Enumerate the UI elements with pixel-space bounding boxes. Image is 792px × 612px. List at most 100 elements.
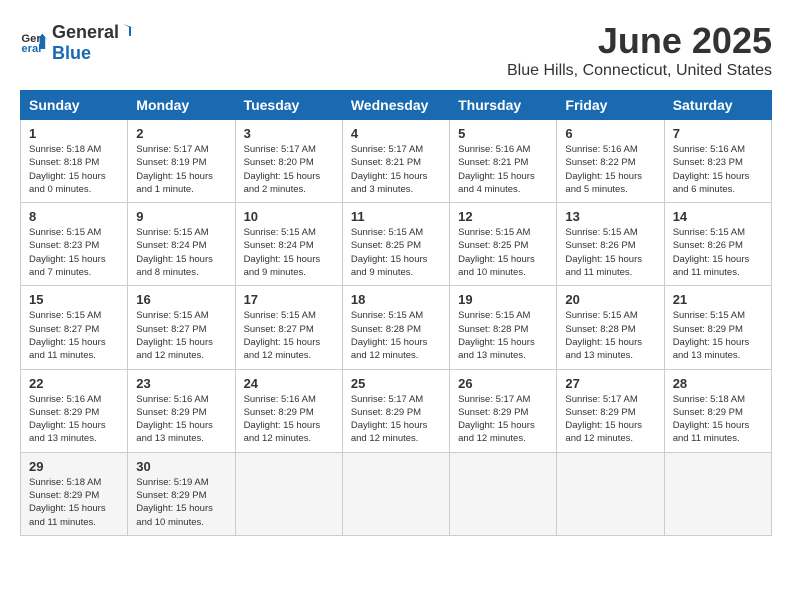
- calendar-cell: 24 Sunrise: 5:16 AMSunset: 8:29 PMDayligh…: [235, 369, 342, 452]
- day-info: Sunrise: 5:15 AMSunset: 8:25 PMDaylight:…: [351, 226, 441, 279]
- month-title: June 2025: [507, 20, 772, 62]
- calendar-cell: 17 Sunrise: 5:15 AMSunset: 8:27 PMDayligh…: [235, 286, 342, 369]
- day-number: 1: [29, 126, 119, 141]
- day-info: Sunrise: 5:18 AMSunset: 8:18 PMDaylight:…: [29, 143, 119, 196]
- day-number: 9: [136, 209, 226, 224]
- calendar-cell: [664, 452, 771, 535]
- calendar-cell: 26Sunrise: 5:17 AMSunset: 8:29 PMDayligh…: [450, 369, 557, 452]
- logo-arrow-icon: [121, 20, 139, 38]
- day-info: Sunrise: 5:17 AMSunset: 8:29 PMDaylight:…: [565, 393, 655, 446]
- day-info: Sunrise: 5:16 AMSunset: 8:29 PMDaylight:…: [244, 393, 334, 446]
- calendar-cell: 2 Sunrise: 5:17 AMSunset: 8:19 PMDaylight…: [128, 120, 235, 203]
- day-info: Sunrise: 5:15 AMSunset: 8:27 PMDaylight:…: [244, 309, 334, 362]
- calendar-cell: [235, 452, 342, 535]
- weekday-header-row: SundayMondayTuesdayWednesdayThursdayFrid…: [21, 91, 772, 120]
- day-number: 21: [673, 292, 763, 307]
- calendar-cell: 18Sunrise: 5:15 AMSunset: 8:28 PMDayligh…: [342, 286, 449, 369]
- day-number: 13: [565, 209, 655, 224]
- calendar-cell: 12 Sunrise: 5:15 AMSunset: 8:25 PMDayligh…: [450, 203, 557, 286]
- day-number: 23: [136, 376, 226, 391]
- day-number: 19: [458, 292, 548, 307]
- day-number: 12: [458, 209, 548, 224]
- day-number: 29: [29, 459, 119, 474]
- day-info: Sunrise: 5:15 AMSunset: 8:23 PMDaylight:…: [29, 226, 119, 279]
- calendar-cell: [450, 452, 557, 535]
- week-row-5: 29 Sunrise: 5:18 AMSunset: 8:29 PMDayligh…: [21, 452, 772, 535]
- week-row-1: 1 Sunrise: 5:18 AMSunset: 8:18 PMDaylight…: [21, 120, 772, 203]
- page-header: Gen eral General Blue June 2025 Blue Hil…: [20, 20, 772, 80]
- day-number: 3: [244, 126, 334, 141]
- day-info: Sunrise: 5:16 AMSunset: 8:21 PMDaylight:…: [458, 143, 548, 196]
- day-number: 8: [29, 209, 119, 224]
- calendar-cell: 6 Sunrise: 5:16 AMSunset: 8:22 PMDaylight…: [557, 120, 664, 203]
- weekday-header-tuesday: Tuesday: [235, 91, 342, 120]
- week-row-4: 22 Sunrise: 5:16 AMSunset: 8:29 PMDayligh…: [21, 369, 772, 452]
- calendar-cell: 30 Sunrise: 5:19 AMSunset: 8:29 PMDayligh…: [128, 452, 235, 535]
- logo-icon: Gen eral: [20, 28, 48, 56]
- day-number: 14: [673, 209, 763, 224]
- day-info: Sunrise: 5:18 AMSunset: 8:29 PMDaylight:…: [673, 393, 763, 446]
- calendar-cell: 3 Sunrise: 5:17 AMSunset: 8:20 PMDaylight…: [235, 120, 342, 203]
- weekday-header-saturday: Saturday: [664, 91, 771, 120]
- day-number: 18: [351, 292, 441, 307]
- day-info: Sunrise: 5:16 AMSunset: 8:22 PMDaylight:…: [565, 143, 655, 196]
- calendar-cell: 21 Sunrise: 5:15 AMSunset: 8:29 PMDayligh…: [664, 286, 771, 369]
- day-number: 24: [244, 376, 334, 391]
- day-number: 10: [244, 209, 334, 224]
- calendar-cell: [557, 452, 664, 535]
- day-info: Sunrise: 5:19 AMSunset: 8:29 PMDaylight:…: [136, 476, 226, 529]
- calendar-cell: 5 Sunrise: 5:16 AMSunset: 8:21 PMDaylight…: [450, 120, 557, 203]
- day-info: Sunrise: 5:17 AMSunset: 8:21 PMDaylight:…: [351, 143, 441, 196]
- calendar-cell: 23 Sunrise: 5:16 AMSunset: 8:29 PMDayligh…: [128, 369, 235, 452]
- day-number: 2: [136, 126, 226, 141]
- day-info: Sunrise: 5:16 AMSunset: 8:29 PMDaylight:…: [29, 393, 119, 446]
- calendar-cell: 9Sunrise: 5:15 AMSunset: 8:24 PMDaylight…: [128, 203, 235, 286]
- day-number: 26: [458, 376, 548, 391]
- calendar-cell: 8 Sunrise: 5:15 AMSunset: 8:23 PMDaylight…: [21, 203, 128, 286]
- day-info: Sunrise: 5:15 AMSunset: 8:27 PMDaylight:…: [136, 309, 226, 362]
- day-number: 11: [351, 209, 441, 224]
- week-row-3: 15 Sunrise: 5:15 AMSunset: 8:27 PMDayligh…: [21, 286, 772, 369]
- calendar-cell: 4Sunrise: 5:17 AMSunset: 8:21 PMDaylight…: [342, 120, 449, 203]
- day-info: Sunrise: 5:15 AMSunset: 8:27 PMDaylight:…: [29, 309, 119, 362]
- weekday-header-sunday: Sunday: [21, 91, 128, 120]
- day-number: 17: [244, 292, 334, 307]
- day-info: Sunrise: 5:17 AMSunset: 8:20 PMDaylight:…: [244, 143, 334, 196]
- calendar-cell: 27Sunrise: 5:17 AMSunset: 8:29 PMDayligh…: [557, 369, 664, 452]
- calendar-cell: 19 Sunrise: 5:15 AMSunset: 8:28 PMDayligh…: [450, 286, 557, 369]
- calendar-table: SundayMondayTuesdayWednesdayThursdayFrid…: [20, 90, 772, 536]
- logo-blue: Blue: [52, 43, 91, 63]
- title-area: June 2025 Blue Hills, Connecticut, Unite…: [507, 20, 772, 80]
- day-info: Sunrise: 5:15 AMSunset: 8:28 PMDaylight:…: [565, 309, 655, 362]
- weekday-header-friday: Friday: [557, 91, 664, 120]
- day-info: Sunrise: 5:15 AMSunset: 8:26 PMDaylight:…: [673, 226, 763, 279]
- day-number: 30: [136, 459, 226, 474]
- day-info: Sunrise: 5:15 AMSunset: 8:25 PMDaylight:…: [458, 226, 548, 279]
- day-number: 28: [673, 376, 763, 391]
- day-info: Sunrise: 5:18 AMSunset: 8:29 PMDaylight:…: [29, 476, 119, 529]
- day-info: Sunrise: 5:17 AMSunset: 8:19 PMDaylight:…: [136, 143, 226, 196]
- day-number: 22: [29, 376, 119, 391]
- day-number: 15: [29, 292, 119, 307]
- day-number: 20: [565, 292, 655, 307]
- week-row-2: 8 Sunrise: 5:15 AMSunset: 8:23 PMDaylight…: [21, 203, 772, 286]
- calendar-cell: 29 Sunrise: 5:18 AMSunset: 8:29 PMDayligh…: [21, 452, 128, 535]
- svg-text:eral: eral: [21, 43, 41, 55]
- day-number: 6: [565, 126, 655, 141]
- day-number: 5: [458, 126, 548, 141]
- calendar-cell: 13 Sunrise: 5:15 AMSunset: 8:26 PMDayligh…: [557, 203, 664, 286]
- weekday-header-monday: Monday: [128, 91, 235, 120]
- calendar-cell: 16 Sunrise: 5:15 AMSunset: 8:27 PMDayligh…: [128, 286, 235, 369]
- calendar-cell: 15 Sunrise: 5:15 AMSunset: 8:27 PMDayligh…: [21, 286, 128, 369]
- calendar-cell: 20 Sunrise: 5:15 AMSunset: 8:28 PMDayligh…: [557, 286, 664, 369]
- day-number: 16: [136, 292, 226, 307]
- calendar-cell: 10 Sunrise: 5:15 AMSunset: 8:24 PMDayligh…: [235, 203, 342, 286]
- day-info: Sunrise: 5:16 AMSunset: 8:29 PMDaylight:…: [136, 393, 226, 446]
- calendar-cell: 1 Sunrise: 5:18 AMSunset: 8:18 PMDaylight…: [21, 120, 128, 203]
- calendar-cell: [342, 452, 449, 535]
- day-info: Sunrise: 5:15 AMSunset: 8:26 PMDaylight:…: [565, 226, 655, 279]
- day-info: Sunrise: 5:15 AMSunset: 8:28 PMDaylight:…: [458, 309, 548, 362]
- calendar-cell: 11 Sunrise: 5:15 AMSunset: 8:25 PMDayligh…: [342, 203, 449, 286]
- day-info: Sunrise: 5:15 AMSunset: 8:24 PMDaylight:…: [244, 226, 334, 279]
- day-info: Sunrise: 5:15 AMSunset: 8:29 PMDaylight:…: [673, 309, 763, 362]
